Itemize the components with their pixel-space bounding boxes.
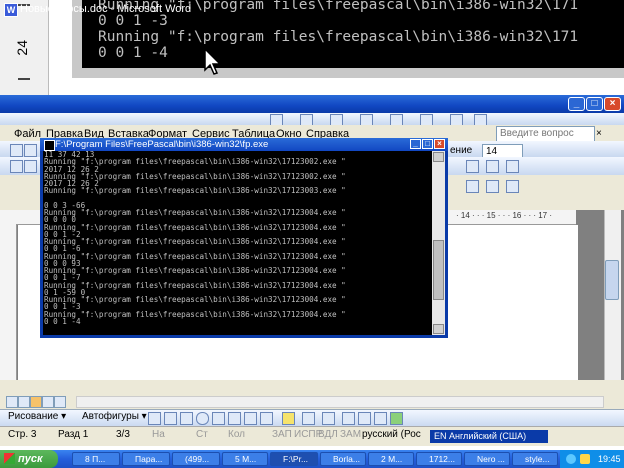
wordart-tool-icon[interactable] [228, 412, 241, 425]
console-close-button[interactable]: × [434, 139, 445, 149]
reading-view-button[interactable] [54, 396, 66, 408]
background-console-line: 0 0 1 -3 [98, 13, 168, 29]
console-output: 11 37 42 13 Running "f:\program files\fr… [44, 151, 430, 336]
outline-view-button[interactable] [42, 396, 54, 408]
minimize-button[interactable]: _ [568, 97, 585, 111]
console-maximize-button[interactable]: □ [422, 139, 433, 149]
console-line: Running "f:\program files\freepascal\bin… [44, 208, 346, 217]
print-view-button[interactable] [30, 396, 42, 408]
taskbar-item[interactable]: F:\Pr... [270, 452, 318, 466]
status-pages: 3/3 [116, 429, 130, 440]
line-color-icon[interactable] [302, 412, 315, 425]
console-line: Running "f:\program files\freepascal\bin… [44, 237, 346, 246]
format-icon[interactable] [466, 160, 479, 173]
console-line: Running "f:\program files\freepascal\bin… [44, 309, 346, 319]
format-icon[interactable] [486, 160, 499, 173]
word-title: Новые курсы.doc - Microsoft Word [20, 3, 192, 15]
taskbar-item[interactable]: 1712... [416, 452, 462, 466]
windows-logo-icon [4, 453, 15, 464]
arrow-style-icon[interactable] [374, 412, 387, 425]
font-color-icon[interactable] [322, 412, 335, 425]
dash-style-icon[interactable] [358, 412, 371, 425]
menu-file[interactable]: Файл [14, 128, 41, 140]
status-column: Кол [228, 429, 246, 440]
close-document-icon[interactable]: × [596, 128, 602, 139]
input-language-indicator[interactable]: EN Английский (США) [430, 430, 548, 443]
console-line: Running "f:\program files\freepascal\bin… [44, 280, 346, 290]
status-page: Стр. 3 [8, 429, 37, 440]
console-scrollbar-thumb[interactable] [433, 240, 444, 300]
console-line: 0 0 1 -4 [44, 316, 81, 326]
format-icon[interactable] [466, 180, 479, 193]
help-question-input[interactable]: Введите вопрос [496, 126, 595, 142]
line-style-icon[interactable] [342, 412, 355, 425]
background-ruler-tick [18, 78, 30, 80]
style-label: ение [450, 145, 473, 156]
status-at: На [152, 429, 165, 440]
console-line: Running "f:\program files\freepascal\bin… [44, 157, 346, 167]
taskbar-item[interactable]: Nero ... [464, 452, 510, 466]
taskbar-item[interactable]: 2 M... [368, 452, 414, 466]
taskbar-item[interactable]: Borla... [320, 452, 366, 466]
mouse-cursor-icon [204, 48, 222, 75]
format-icon[interactable] [506, 180, 519, 193]
line-tool-icon[interactable] [148, 412, 161, 425]
background-console-line: Running "f:\program files\freepascal\bin… [98, 29, 579, 45]
word-app-icon[interactable]: W [4, 3, 18, 17]
normal-view-button[interactable] [6, 396, 18, 408]
console-title: F:\Program Files\FreePascal\bin\i386-win… [55, 139, 269, 150]
console-line: Running "f:\program files\freepascal\bin… [44, 171, 346, 181]
console-app-icon[interactable] [44, 140, 55, 151]
console-line: Running "f:\program files\freepascal\bin… [44, 266, 346, 275]
console-line: Running "f:\program files\freepascal\bin… [44, 251, 346, 261]
background-console-line: 0 0 1 -4 [98, 45, 168, 61]
clipart-tool-icon[interactable] [260, 412, 273, 425]
format-icon[interactable] [506, 160, 519, 173]
open-icon[interactable] [24, 144, 37, 157]
textbox-tool-icon[interactable] [212, 412, 225, 425]
status-section: Разд 1 [58, 429, 89, 440]
arrow-tool-icon[interactable] [164, 412, 177, 425]
taskbar-item[interactable]: Пара... [122, 452, 170, 466]
vertical-ruler [0, 210, 17, 380]
console-line: Running "f:\program files\freepascal\bin… [44, 186, 346, 196]
ruler-numbers: · 14 · · · 15 · · · 16 · · · 17 · [456, 211, 553, 220]
status-record[interactable]: ЗАП [272, 429, 292, 440]
console-scroll-down-button[interactable] [433, 324, 444, 334]
status-language: русский (Рос [362, 429, 421, 440]
taskbar-item[interactable]: style... [512, 452, 558, 466]
oval-tool-icon[interactable] [196, 412, 209, 425]
background-ruler-number: 24 [14, 40, 30, 56]
taskbar-item[interactable]: (499... [172, 452, 220, 466]
drawing-menu-button[interactable]: Рисование ▾ [8, 411, 66, 422]
horizontal-scrollbar[interactable] [76, 396, 604, 408]
rectangle-tool-icon[interactable] [180, 412, 193, 425]
tray-volume-icon[interactable] [580, 454, 590, 464]
status-extend[interactable]: ВДЛ [318, 429, 338, 440]
clock[interactable]: 19:45 [598, 454, 621, 464]
diagram-tool-icon[interactable] [244, 412, 257, 425]
format-icon[interactable] [486, 180, 499, 193]
tray-network-icon[interactable] [566, 454, 576, 464]
console-minimize-button[interactable]: _ [410, 139, 421, 149]
format-icon[interactable] [24, 160, 37, 173]
console-line: Running "f:\program files\freepascal\bin… [44, 222, 346, 232]
status-overwrite[interactable]: ЗАМ [340, 429, 361, 440]
web-view-button[interactable] [18, 396, 30, 408]
fill-color-icon[interactable] [282, 412, 295, 425]
vertical-scrollbar-thumb[interactable] [605, 260, 619, 300]
new-document-icon[interactable] [10, 144, 23, 157]
word-title-bar[interactable] [0, 95, 624, 113]
close-button[interactable]: × [604, 97, 621, 111]
taskbar-item[interactable]: 8 П... [72, 452, 120, 466]
format-icon[interactable] [10, 160, 23, 173]
taskbar-item[interactable]: 5 М... [222, 452, 268, 466]
shadow-style-icon[interactable] [390, 412, 403, 425]
maximize-button[interactable]: □ [586, 97, 603, 111]
console-scroll-up-button[interactable] [433, 152, 444, 162]
autoshapes-menu-button[interactable]: Автофигуры ▾ [82, 411, 147, 422]
console-line: Running "f:\program files\freepascal\bin… [44, 295, 346, 304]
status-line: Ст [196, 429, 208, 440]
